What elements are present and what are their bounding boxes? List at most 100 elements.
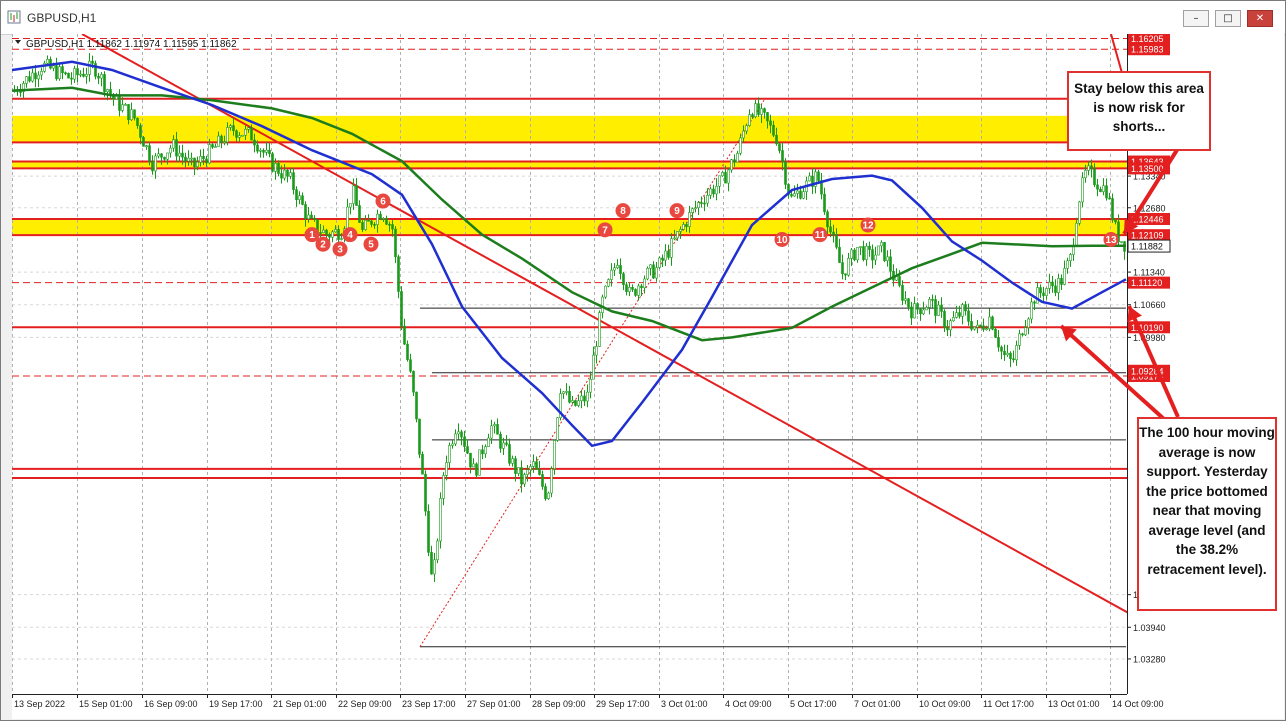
candle-bear bbox=[1105, 185, 1108, 199]
candle-bull bbox=[877, 245, 880, 256]
candle-bull bbox=[58, 66, 61, 80]
candle-bear bbox=[55, 65, 58, 80]
candle-bear bbox=[394, 228, 397, 258]
candle-bear bbox=[829, 226, 832, 233]
candle-bear bbox=[778, 143, 781, 151]
touch-marker: 12 bbox=[860, 217, 876, 233]
price-tag-label: 1.11120 bbox=[1131, 278, 1162, 288]
candle-bear bbox=[841, 262, 844, 275]
time-tick-label: 13 Sep 2022 bbox=[14, 699, 65, 709]
candle-bear bbox=[193, 157, 196, 168]
touch-marker: 2 bbox=[315, 236, 331, 252]
candle-bear bbox=[271, 153, 274, 172]
candle-bear bbox=[379, 213, 382, 220]
candle-bull bbox=[673, 237, 676, 240]
candle-bear bbox=[142, 137, 145, 147]
candle-bull bbox=[349, 203, 352, 208]
window-titlebar[interactable]: GBPUSD,H1 – □ ✕ bbox=[1, 1, 1285, 35]
fib-diagonal bbox=[419, 99, 765, 647]
candle-bear bbox=[826, 211, 829, 228]
candle-bull bbox=[553, 440, 556, 470]
candle-bear bbox=[370, 220, 373, 225]
candle-bull bbox=[457, 431, 460, 435]
candle-bull bbox=[85, 74, 88, 77]
candle-bull bbox=[526, 469, 529, 475]
candle-bull bbox=[259, 150, 262, 152]
touch-marker-label: 3 bbox=[337, 245, 343, 256]
candle-bull bbox=[589, 378, 592, 393]
candle-bear bbox=[103, 74, 106, 93]
time-tick-label: 4 Oct 09:00 bbox=[725, 699, 772, 709]
candle-bull bbox=[217, 135, 220, 147]
candle-bear bbox=[403, 325, 406, 345]
candle-bull bbox=[334, 229, 337, 233]
touch-marker-label: 7 bbox=[602, 225, 608, 236]
candle-bear bbox=[763, 108, 766, 113]
candle-bear bbox=[415, 391, 418, 420]
candle-bull bbox=[145, 145, 148, 147]
candle-bull bbox=[913, 303, 916, 319]
candle-bull bbox=[676, 231, 679, 239]
candle-bull bbox=[445, 462, 448, 476]
candle-bull bbox=[187, 157, 190, 162]
candle-bull bbox=[961, 304, 964, 317]
candle-bull bbox=[613, 267, 616, 271]
time-tick-label: 10 Oct 09:00 bbox=[919, 699, 971, 709]
candle-bull bbox=[760, 108, 763, 115]
candle-bull bbox=[598, 312, 601, 347]
candle-bull bbox=[157, 153, 160, 157]
price-tick-label: 1.10660 bbox=[1133, 300, 1166, 310]
candle-bull bbox=[1015, 345, 1018, 361]
candle-bull bbox=[808, 175, 811, 182]
candle-bear bbox=[541, 474, 544, 487]
candle-bull bbox=[742, 130, 745, 139]
candle-bear bbox=[133, 109, 136, 119]
candle-bull bbox=[904, 298, 907, 301]
touch-marker-label: 6 bbox=[380, 197, 386, 208]
dropdown-icon[interactable] bbox=[15, 40, 21, 44]
candle-bull bbox=[973, 326, 976, 330]
candle-bull bbox=[241, 134, 244, 137]
candle-bear bbox=[427, 510, 430, 553]
candle-bear bbox=[640, 285, 643, 289]
candle-bear bbox=[766, 112, 769, 122]
minimize-button[interactable]: – bbox=[1183, 10, 1209, 27]
candle-bear bbox=[712, 188, 715, 195]
candle-bear bbox=[1093, 168, 1096, 186]
horizontal-levels bbox=[12, 38, 1127, 479]
candle-bull bbox=[265, 149, 268, 153]
candle-bull bbox=[244, 129, 247, 136]
candle-bull bbox=[214, 146, 217, 148]
candle-bear bbox=[790, 194, 793, 197]
touch-marker: 11 bbox=[812, 227, 828, 243]
candle-bear bbox=[202, 156, 205, 160]
candle-bear bbox=[97, 76, 100, 79]
candle-bear bbox=[34, 72, 37, 80]
candle-bull bbox=[247, 127, 250, 130]
candle-bull bbox=[88, 60, 91, 75]
candle-bull bbox=[547, 492, 550, 499]
candle-bull bbox=[322, 229, 325, 233]
candle-bull bbox=[727, 169, 730, 184]
maximize-button[interactable]: □ bbox=[1215, 10, 1241, 27]
candle-bull bbox=[283, 169, 286, 179]
touch-marker: 13 bbox=[1103, 231, 1119, 247]
candle-bear bbox=[163, 156, 166, 160]
candle-bull bbox=[1081, 177, 1084, 203]
close-button[interactable]: ✕ bbox=[1247, 10, 1273, 27]
candle-bull bbox=[352, 185, 355, 204]
candle-bear bbox=[409, 359, 412, 372]
candle-bear bbox=[1090, 165, 1093, 170]
candle-bear bbox=[232, 125, 235, 132]
candle-bull bbox=[874, 254, 877, 261]
candle-bull bbox=[433, 559, 436, 575]
candle-bear bbox=[997, 337, 1000, 348]
candle-bear bbox=[1114, 219, 1117, 223]
touch-marker-label: 13 bbox=[1105, 235, 1117, 246]
candle-bull bbox=[562, 391, 565, 394]
candle-bull bbox=[655, 267, 658, 279]
candle-bear bbox=[412, 370, 415, 393]
candle-bull bbox=[451, 443, 454, 446]
candle-bear bbox=[817, 171, 820, 181]
candle-bull bbox=[454, 433, 457, 445]
